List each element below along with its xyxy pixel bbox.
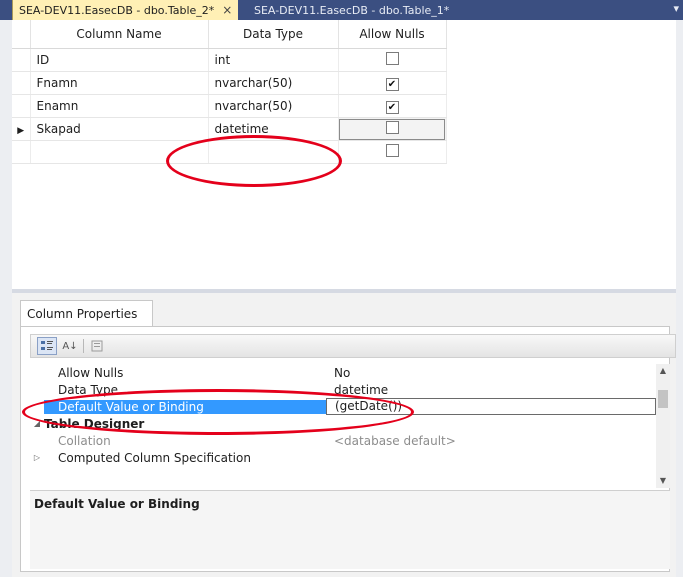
row-gutter <box>30 398 44 415</box>
property-row-allow-nulls[interactable]: Allow Nulls No <box>30 364 656 381</box>
collapse-triangle-icon[interactable]: ◢ <box>30 415 44 432</box>
table-row[interactable]: Enamn nvarchar(50) ✔ <box>12 94 447 118</box>
current-row-arrow-icon[interactable]: ▶ <box>12 117 31 141</box>
scroll-up-icon[interactable]: ▲ <box>656 364 670 378</box>
description-title: Default Value or Binding <box>34 497 200 511</box>
property-name: Collation <box>58 433 111 448</box>
property-name: Data Type <box>58 382 119 397</box>
scroll-down-icon[interactable]: ▼ <box>656 474 670 488</box>
allow-nulls-cell <box>338 140 447 164</box>
row-gutter <box>30 381 44 398</box>
categorized-icon[interactable] <box>37 337 57 355</box>
column-name-cell[interactable]: Enamn <box>30 94 209 118</box>
data-type-cell[interactable]: int <box>208 48 339 72</box>
scroll-thumb[interactable] <box>658 390 668 408</box>
allow-nulls-cell: ✔ <box>338 71 447 95</box>
allow-nulls-cell <box>338 117 447 141</box>
allow-nulls-checkbox[interactable]: ✔ <box>385 100 399 114</box>
column-name-cell[interactable] <box>30 140 209 164</box>
data-type-cell[interactable]: nvarchar(50) <box>208 71 339 95</box>
toolbar-separator <box>83 339 84 353</box>
allow-nulls-checkbox[interactable] <box>385 121 399 134</box>
property-row-data-type[interactable]: Data Type datetime <box>30 381 656 398</box>
property-row-computed-column[interactable]: ▷ Computed Column Specification <box>30 449 656 466</box>
tab-table-2-label: SEA-DEV11.EasecDB - dbo.Table_2* <box>19 3 215 17</box>
property-row-default-value[interactable]: Default Value or Binding (getDate()) <box>30 398 656 415</box>
default-value-input[interactable]: (getDate()) <box>326 398 656 415</box>
data-type-cell[interactable]: datetime <box>208 117 339 141</box>
category-name: Table Designer <box>44 416 145 431</box>
allow-nulls-cell: ✔ <box>338 94 447 118</box>
property-grid: Allow Nulls No Data Type datetime Defaul… <box>30 364 656 488</box>
close-icon[interactable]: × <box>222 3 232 17</box>
property-pages-icon[interactable] <box>88 338 106 354</box>
expand-triangle-icon[interactable]: ▷ <box>30 449 44 466</box>
property-name: Computed Column Specification <box>58 450 251 465</box>
table-row[interactable]: ID int <box>12 48 447 72</box>
tab-table-1-label: SEA-DEV11.EasecDB - dbo.Table_1* <box>254 3 450 17</box>
property-name-selected: Default Value or Binding <box>44 399 326 414</box>
property-value[interactable]: <database default> <box>326 434 656 448</box>
row-gutter <box>30 364 44 381</box>
grid-header-row: Column Name Data Type Allow Nulls <box>12 20 447 49</box>
row-selector[interactable] <box>12 94 31 118</box>
data-type-cell[interactable] <box>208 140 339 164</box>
property-grid-scrollbar[interactable]: ▲ ▼ <box>656 364 670 488</box>
data-type-cell[interactable]: nvarchar(50) <box>208 94 339 118</box>
window-frame-right <box>676 20 683 577</box>
selector-header <box>12 20 31 49</box>
row-selector[interactable] <box>12 71 31 95</box>
tab-table-1[interactable]: SEA-DEV11.EasecDB - dbo.Table_1* <box>248 0 455 20</box>
tab-column-properties[interactable]: Column Properties <box>20 300 153 327</box>
tab-table-2[interactable]: SEA-DEV11.EasecDB - dbo.Table_2* × <box>12 0 239 20</box>
data-type-header: Data Type <box>208 20 339 49</box>
column-name-cell[interactable]: Fnamn <box>30 71 209 95</box>
row-selector[interactable] <box>12 48 31 72</box>
property-value[interactable]: datetime <box>326 383 656 397</box>
properties-toolbar: A↓ <box>30 334 676 358</box>
allow-nulls-header: Allow Nulls <box>338 20 447 49</box>
property-category-table-designer[interactable]: ◢ Table Designer <box>30 415 656 432</box>
column-name-header: Column Name <box>30 20 209 49</box>
column-name-cell[interactable]: ID <box>30 48 209 72</box>
allow-nulls-checkbox[interactable] <box>385 144 399 157</box>
property-name: Allow Nulls <box>58 365 124 380</box>
allow-nulls-cell <box>338 48 447 72</box>
alphabetical-sort-icon[interactable]: A↓ <box>61 338 79 354</box>
property-row-collation[interactable]: Collation <database default> <box>30 432 656 449</box>
column-name-cell[interactable]: Skapad <box>30 117 209 141</box>
table-row-new[interactable] <box>12 140 447 164</box>
table-row-current[interactable]: ▶ Skapad datetime <box>12 117 447 141</box>
property-value[interactable]: No <box>326 366 656 380</box>
table-row[interactable]: Fnamn nvarchar(50) ✔ <box>12 71 447 95</box>
tab-dropdown-icon[interactable]: ▾ <box>673 2 679 15</box>
allow-nulls-checkbox[interactable] <box>385 52 399 65</box>
allow-nulls-checkbox[interactable]: ✔ <box>385 77 399 91</box>
row-gutter <box>30 432 44 449</box>
table-designer-grid: Column Name Data Type Allow Nulls ID int… <box>12 20 447 164</box>
row-selector[interactable] <box>12 140 31 164</box>
window-frame-left <box>0 20 12 577</box>
property-description-pane: Default Value or Binding <box>30 490 670 569</box>
